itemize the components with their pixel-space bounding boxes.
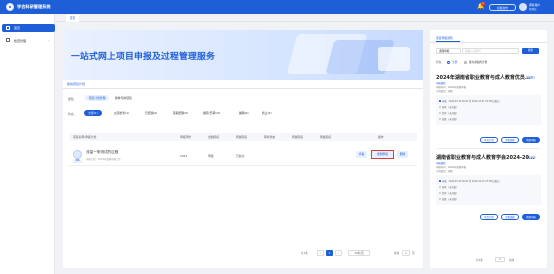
notice-status: 正在申报 [526, 156, 536, 159]
goto-input[interactable]: 1 [402, 250, 410, 256]
page-number[interactable]: 1 [326, 250, 333, 256]
home-icon [6, 25, 10, 30]
view-button[interactable]: 查看 [356, 151, 367, 158]
column-header: 操作 [378, 135, 384, 139]
type-option-project-plan[interactable]: 项目计划管理 [85, 95, 109, 101]
project-plan: 申报计划：2024年课题申报工作 [86, 157, 121, 161]
notice-search-input[interactable]: 请输入关键词 [462, 48, 519, 54]
radio-all[interactable] [447, 60, 450, 64]
notification-badge: 1 [481, 2, 485, 6]
pagination-total: 共1条 [301, 252, 308, 255]
timeline-item: 结果：(未开始) [442, 118, 457, 121]
project-icon [6, 38, 10, 42]
status-option[interactable]: 撤项(已审)(0) [203, 111, 220, 115]
notice-type-select[interactable]: 课题申报 [436, 48, 461, 54]
sidebar-item-project-management[interactable]: 检查管理 [14, 39, 26, 43]
next-page-icon[interactable]: › [335, 250, 342, 256]
notice-status: 申报截止 [526, 76, 536, 79]
radio-eligible[interactable] [464, 60, 467, 64]
switch-identity-button[interactable]: 切换身份 [489, 4, 516, 11]
timeline-dot [439, 198, 441, 200]
timeline-item: 初审：(未开始) [442, 186, 457, 189]
project-plan-button[interactable]: 项目计划 [480, 137, 498, 143]
project-review-status: 已提交 [236, 154, 245, 158]
prev-page-icon[interactable]: ‹ [317, 250, 324, 256]
radio-eligible-label[interactable]: 我可参加的计划 [469, 60, 487, 64]
timeline-item: 申报：2024-03-20 00:00 至 2024-04-10 23:59(已… [442, 180, 500, 183]
timeline-dot [439, 106, 441, 108]
timeline-dot [439, 100, 441, 102]
banner-title: 一站式网上项目申报及过程管理服务 [71, 52, 215, 62]
notice-title[interactable]: 2024年湖南省职业教育与成人教育优员... [436, 74, 531, 81]
delete-button[interactable]: 删除 [397, 151, 408, 158]
type-option-participated[interactable]: 我参与的项目 [115, 96, 132, 101]
top-bar [0, 0, 554, 14]
search-button[interactable]: 搜索 [522, 48, 539, 54]
column-header: 项目名称/申报计划 [73, 135, 97, 139]
tab-project-notices[interactable]: 项目申报通知 [436, 36, 453, 40]
right-panel [430, 30, 547, 268]
view-notice-button[interactable]: 查看通知 [501, 214, 519, 220]
user-role: 管理员 [529, 8, 537, 11]
timeline-item: 初审：(未开始) [442, 106, 457, 109]
sidebar-item-label: 首页 [14, 26, 21, 30]
page-unit-label: 页 [412, 252, 415, 255]
tab-home[interactable]: 首页 [66, 15, 79, 22]
column-header: 审查状态 [264, 135, 276, 139]
timeline-dot [439, 112, 441, 114]
project-year: 2024 [180, 154, 188, 158]
status-option[interactable]: 撤销(0) [239, 111, 249, 115]
notice-meta: 计划类别：湖南 [436, 170, 453, 173]
apply-button[interactable]: 我要申报 [522, 214, 540, 220]
status-option[interactable]: 延期结题(0) [173, 111, 188, 115]
timeline-dot [439, 192, 441, 194]
view-notice-button[interactable]: 查看通知 [501, 137, 519, 143]
goto-label: 前往 [394, 252, 400, 255]
timeline-item: 申报：2024-03-10 00:00 至 2024-03-31 23:59(已… [442, 100, 500, 103]
status-option-all[interactable]: 全部(1) [84, 110, 102, 116]
app-title: 学会科研管理系统 [17, 4, 51, 9]
tab-my-projects[interactable]: 我的项目计划 [67, 82, 85, 86]
project-type-badge: 课题 [73, 160, 82, 163]
status-option[interactable]: 终止(0) [262, 111, 272, 115]
timeline-item: 结果：(未开始) [442, 198, 457, 201]
timeline-item: 复审：(未开始) [442, 112, 457, 115]
page-size-select[interactable]: 10条/页 [348, 250, 370, 256]
notice-title[interactable]: 湖南省职业教育与成人教育学会2024-20... [436, 154, 535, 161]
project-icon [73, 150, 82, 159]
project-plan-button[interactable]: 项目计划 [480, 214, 498, 220]
project-title[interactable]: 流量一条测试的过程 [86, 150, 118, 155]
timeline-dot [439, 186, 441, 188]
column-header: 当前阶段 [208, 135, 220, 139]
chevron-down-icon[interactable]: ⌄ [47, 38, 50, 42]
type-filter-label: 类型： [68, 97, 77, 101]
project-apply-button[interactable]: 课题申报 [371, 150, 394, 159]
status-option[interactable]: 立项检查(1) [114, 111, 129, 115]
project-stage: 申报 [208, 154, 214, 158]
column-header: 申报年份 [180, 135, 192, 139]
timeline-dot [439, 180, 441, 182]
apply-button[interactable]: 我要申报 [522, 137, 540, 143]
app-logo-icon [6, 3, 14, 11]
sidebar [0, 14, 55, 274]
banner-decoration [378, 47, 410, 71]
column-header: 所属阶段 [320, 135, 332, 139]
notice-page-number[interactable]: 1 [495, 257, 505, 262]
column-header: 所属阶段 [236, 135, 248, 139]
status-filter-label: 状态： [68, 112, 77, 116]
tab-strip [55, 14, 554, 22]
avatar[interactable] [519, 3, 527, 11]
notice-goto-label[interactable]: 前往 [509, 258, 514, 262]
notice-filter-label: 状态： [436, 61, 444, 64]
notice-pagination-total: 共2条 [476, 259, 483, 262]
status-option[interactable]: 已结题(0) [145, 111, 157, 115]
notice-meta: 计划类别：湖南 [436, 90, 453, 93]
column-header: 所属阶段 [292, 135, 304, 139]
timeline-item: 复审：(未开始) [442, 192, 457, 195]
timeline-dot [439, 118, 441, 120]
radio-all-label[interactable]: 全部 [452, 60, 457, 64]
